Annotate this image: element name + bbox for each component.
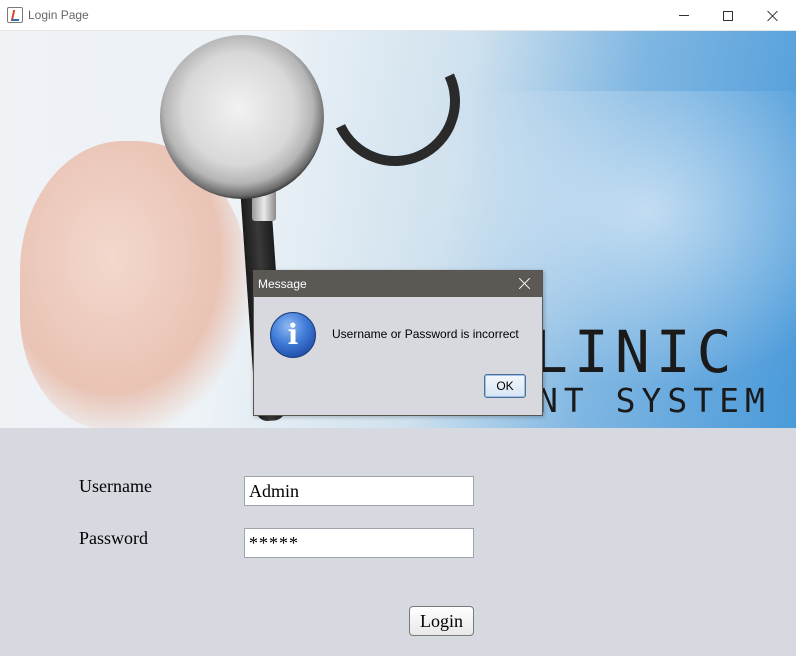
password-label: Password bbox=[79, 528, 149, 548]
dialog-titlebar: Message bbox=[254, 271, 542, 297]
java-app-icon bbox=[7, 7, 23, 23]
banner-title-line2: NT SYSTEM bbox=[538, 381, 771, 420]
minimize-icon bbox=[679, 15, 689, 16]
login-button[interactable]: Login bbox=[409, 606, 474, 636]
maximize-button[interactable] bbox=[705, 0, 751, 31]
password-field[interactable]: ***** bbox=[244, 528, 474, 558]
close-icon bbox=[767, 10, 779, 22]
username-field[interactable]: Admin bbox=[244, 476, 474, 506]
dialog-title: Message bbox=[258, 277, 307, 291]
maximize-icon bbox=[723, 10, 733, 21]
window-titlebar: Login Page bbox=[0, 0, 796, 31]
message-dialog: Message i Username or Password is incorr… bbox=[253, 270, 543, 416]
close-button[interactable] bbox=[750, 0, 796, 31]
dialog-close-icon[interactable] bbox=[518, 277, 532, 291]
username-label: Username bbox=[79, 476, 152, 496]
information-icon: i bbox=[270, 312, 316, 358]
stethoscope-icon bbox=[160, 35, 324, 199]
minimize-button[interactable] bbox=[661, 0, 707, 31]
window-title: Login Page bbox=[28, 8, 89, 22]
login-form: Username Admin Password ***** Login bbox=[0, 428, 796, 656]
dialog-message: Username or Password is incorrect bbox=[332, 327, 519, 341]
banner-title-line1: LINIC bbox=[533, 318, 738, 386]
ok-button[interactable]: OK bbox=[484, 374, 526, 398]
